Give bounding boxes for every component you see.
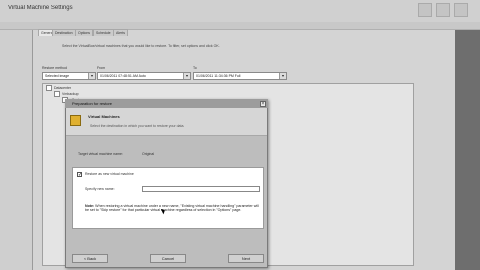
next-button[interactable]: Next: [228, 254, 264, 263]
main-titlebar: [0, 0, 480, 22]
background-edge: [455, 30, 480, 270]
from-value: 01/06/2011 07:48:51 AM Auto: [100, 74, 146, 78]
from-select[interactable]: 01/06/2011 07:48:51 AM Auto ▾: [97, 72, 191, 80]
virtual-machine-icon: [70, 115, 81, 126]
panel-description: Select the VirtualBox/virtual machines t…: [62, 44, 220, 48]
cancel-button[interactable]: Cancel: [150, 254, 186, 263]
dialog-header-subtitle: Select the destination in which you want…: [90, 124, 185, 128]
expand-icon[interactable]: [46, 85, 52, 91]
to-select[interactable]: 01/06/2011 11:34:36 PM Full ▾: [193, 72, 287, 80]
maximize-icon[interactable]: [436, 3, 450, 17]
tab-schedule[interactable]: Schedule: [93, 29, 114, 36]
target-name-label: Target virtual machine name:: [78, 152, 123, 156]
to-value: 01/06/2011 11:34:36 PM Full: [196, 74, 241, 78]
restore-method-label: Restore method: [42, 66, 67, 70]
chevron-down-icon[interactable]: ▾: [183, 73, 190, 79]
chevron-down-icon[interactable]: ▾: [279, 73, 286, 79]
from-label: From: [97, 66, 106, 70]
left-pane: [0, 30, 33, 270]
close-icon[interactable]: ×: [260, 101, 266, 107]
restore-options-box: [72, 167, 264, 229]
restore-new-label: Restore as new virtual machine: [85, 172, 134, 176]
dialog-header-title: Virtual Machines: [88, 114, 120, 119]
window-title: Virtual Machine Settings: [8, 5, 73, 11]
back-button[interactable]: < Back: [72, 254, 108, 263]
vm-name-label: Specify new name:: [85, 187, 115, 191]
close-icon[interactable]: [454, 3, 468, 17]
to-label: To: [193, 66, 197, 70]
dialog-title: Preparation for restore: [72, 101, 113, 106]
tab-destination[interactable]: Destination: [52, 29, 76, 36]
dialog-header: [66, 108, 267, 136]
note-text: Note: When restoring a virtual machine u…: [85, 204, 259, 213]
vm-name-input[interactable]: [142, 186, 260, 192]
restore-method-value: Selected image: [45, 74, 70, 78]
restore-method-select[interactable]: Selected image ▾: [42, 72, 96, 80]
tab-options[interactable]: Options: [75, 29, 94, 36]
tab-alerts[interactable]: Alerts: [113, 29, 128, 36]
restore-new-checkbox[interactable]: ✓: [77, 172, 82, 178]
minimize-icon[interactable]: [418, 3, 432, 17]
expand-icon[interactable]: [54, 91, 60, 97]
chevron-down-icon[interactable]: ▾: [88, 73, 95, 79]
target-name-value: Original: [142, 152, 155, 156]
